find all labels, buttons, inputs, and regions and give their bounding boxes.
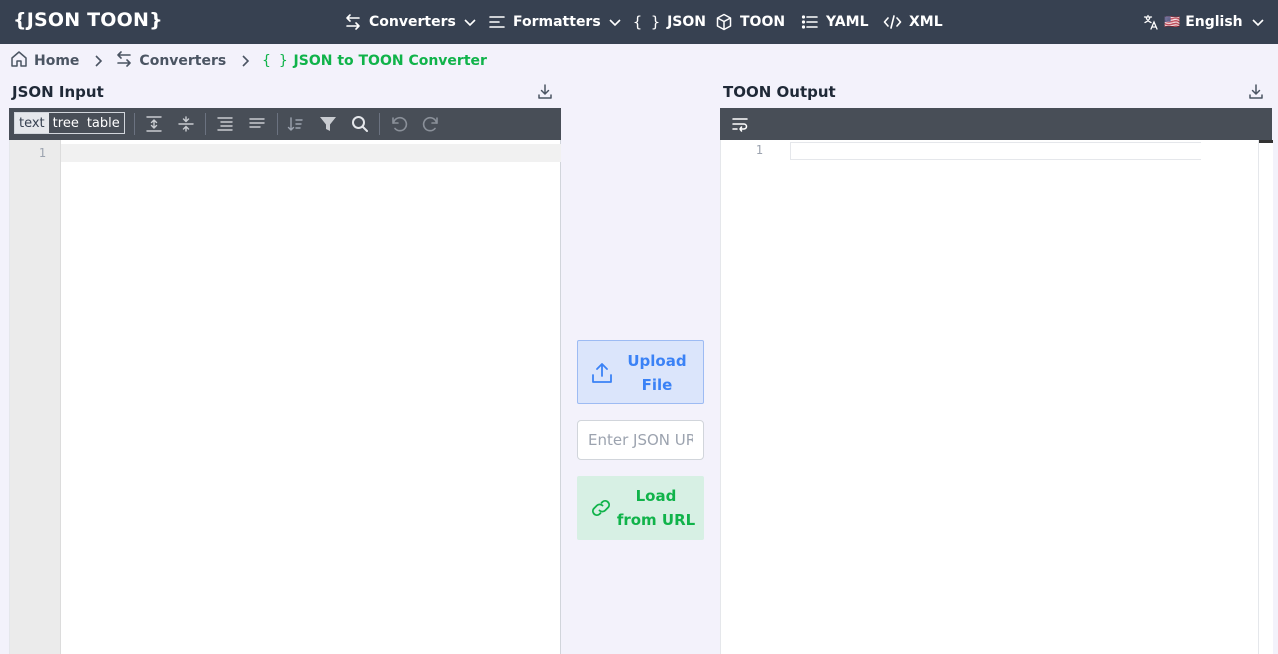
arrows-swap-icon (344, 13, 362, 31)
breadcrumb-converters-label: Converters (139, 53, 227, 69)
toolbar-divider (134, 113, 135, 135)
vertical-scrollbar[interactable] (1258, 140, 1273, 654)
collapse-all-icon[interactable] (176, 114, 196, 138)
nav-formatters-label: Formatters (513, 14, 601, 30)
scrollbar-thumb[interactable] (1259, 140, 1273, 143)
language-selector[interactable]: 🇺🇸 English (1143, 0, 1265, 44)
toon-output-toolbar (720, 108, 1272, 140)
site-logo[interactable]: {JSON TOON} (13, 9, 163, 31)
breadcrumb-home[interactable]: Home (10, 50, 79, 72)
list-icon (801, 13, 819, 31)
active-line-highlight (61, 144, 561, 162)
nav-yaml[interactable]: YAML (801, 0, 869, 44)
nav-json-label: JSON (667, 14, 707, 30)
mode-table-button[interactable]: table (83, 113, 124, 133)
toolbar-divider (379, 113, 380, 135)
word-wrap-icon[interactable] (731, 115, 749, 137)
line-gutter: 1 (10, 140, 61, 654)
line-number: 1 (38, 146, 46, 160)
nav-xml[interactable]: XML (883, 0, 943, 44)
link-icon (590, 496, 612, 524)
download-icon[interactable] (1248, 83, 1264, 105)
active-line-highlight (790, 142, 1201, 160)
nav-xml-label: XML (909, 14, 943, 30)
breadcrumb: Home Converters { } JSON to TOON Convert… (10, 51, 487, 71)
upload-label-line2: File (641, 376, 673, 394)
format-icon[interactable] (215, 114, 235, 138)
load-label-line2: from URL (616, 511, 696, 529)
chevron-down-icon (463, 15, 477, 29)
load-label-line1: Load (635, 487, 677, 505)
top-navbar: {JSON TOON} Converters Formatters { } JS… (0, 0, 1278, 44)
upload-icon (591, 361, 613, 389)
upload-file-button[interactable]: Upload File (577, 340, 704, 404)
upload-label-line1: Upload (627, 352, 687, 370)
line-number: 1 (755, 143, 763, 157)
align-left-icon (488, 13, 506, 31)
breadcrumb-home-label: Home (34, 53, 80, 69)
chevron-down-icon (608, 15, 622, 29)
chevron-down-icon (1251, 15, 1265, 29)
compact-icon[interactable] (247, 114, 267, 138)
json-input-editor[interactable]: 1 (9, 140, 561, 654)
json-url-input[interactable] (577, 420, 704, 460)
download-icon[interactable] (537, 83, 553, 105)
nav-yaml-label: YAML (826, 14, 869, 30)
breadcrumb-current: { } JSON to TOON Converter (262, 53, 487, 69)
sort-icon[interactable] (286, 114, 306, 138)
code-icon (883, 13, 902, 31)
nav-formatters[interactable]: Formatters (488, 0, 622, 44)
toon-output-editor[interactable]: 1 (720, 140, 1273, 654)
search-icon[interactable] (350, 114, 370, 138)
json-editor-toolbar: text tree table (9, 108, 561, 140)
toon-output-title: TOON Output (723, 83, 836, 101)
translate-icon (1143, 14, 1159, 30)
undo-icon[interactable] (389, 114, 409, 138)
breadcrumb-converters[interactable]: Converters (115, 50, 226, 72)
editor-mode-switch: text tree table (14, 112, 125, 134)
braces-icon: { } (633, 13, 661, 31)
nav-json[interactable]: { } JSON (633, 0, 706, 44)
braces-icon: { } (262, 53, 288, 69)
breadcrumb-current-label: JSON to TOON Converter (293, 53, 487, 69)
mode-text-button[interactable]: text (15, 113, 49, 133)
nav-toon-label: TOON (740, 14, 786, 30)
chevron-right-icon (240, 55, 250, 67)
cube-icon (715, 13, 733, 31)
upload-button-label: Upload File (614, 349, 700, 397)
chevron-right-icon (93, 55, 103, 67)
json-input-title: JSON Input (12, 83, 104, 101)
toolbar-divider (277, 113, 278, 135)
nav-converters-label: Converters (369, 14, 456, 30)
toolbar-divider (205, 113, 206, 135)
home-icon (10, 50, 28, 72)
nav-converters[interactable]: Converters (344, 0, 477, 44)
mode-tree-button[interactable]: tree (49, 113, 83, 133)
load-button-label: Load from URL (613, 484, 699, 532)
language-label: English (1185, 14, 1243, 30)
redo-icon[interactable] (421, 114, 441, 138)
load-from-url-button[interactable]: Load from URL (577, 476, 704, 540)
expand-all-icon[interactable] (144, 114, 164, 138)
us-flag-icon: 🇺🇸 (1164, 14, 1181, 30)
nav-toon[interactable]: TOON (715, 0, 785, 44)
arrows-swap-icon (115, 50, 133, 72)
filter-icon[interactable] (318, 114, 338, 138)
